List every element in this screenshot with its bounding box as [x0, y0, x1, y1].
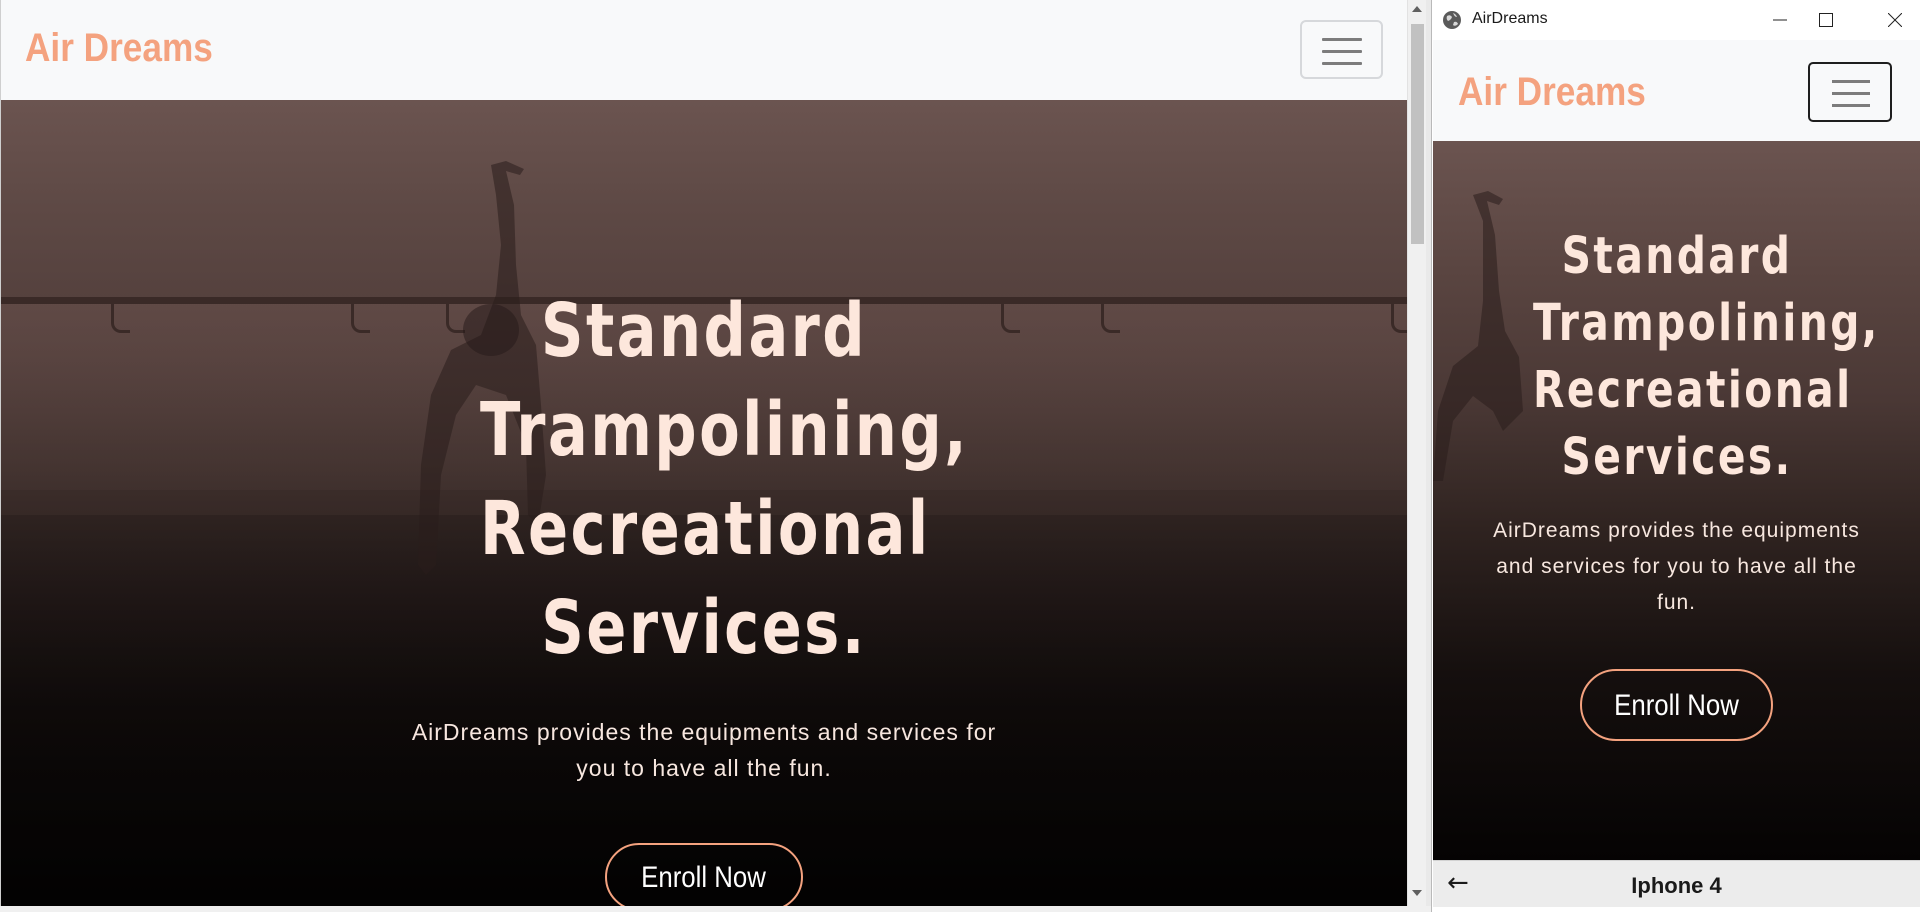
mobile-viewport: Air Dreams Standard Trampolining, Recrea…: [1433, 40, 1920, 860]
mobile-hero-description: AirDreams provides the equipments and se…: [1493, 519, 1860, 614]
hero-content: Standard Trampolining, Recreational Serv…: [1, 282, 1407, 906]
scrollbar-thumb[interactable]: [1411, 24, 1424, 244]
hero-title: Standard Trampolining, Recreational Serv…: [480, 282, 969, 678]
hamburger-icon: [1832, 80, 1870, 83]
device-emulator-window: AirDreams Air Dreams Standard Trampolini…: [1431, 0, 1920, 912]
close-icon: [1888, 13, 1902, 27]
window-titlebar[interactable]: AirDreams: [1432, 0, 1920, 40]
mobile-hero-title: Standard Trampolining, Recreational Serv…: [1532, 223, 1880, 491]
close-button[interactable]: [1872, 0, 1918, 40]
hamburger-icon-bar: [1322, 62, 1362, 65]
hero-title-line: Standard: [1561, 227, 1792, 286]
navbar: Air Dreams: [1, 0, 1407, 100]
hero-title-line: Services.: [1561, 428, 1792, 487]
mobile-hero-content: Standard Trampolining, Recreational Serv…: [1433, 223, 1920, 741]
hero-description: AirDreams provides the equipments and se…: [411, 719, 997, 781]
hamburger-icon-bar: [1832, 92, 1870, 95]
navbar-toggler-button[interactable]: [1300, 20, 1383, 79]
maximize-icon: [1819, 13, 1833, 27]
brand-logo[interactable]: Air Dreams: [25, 26, 213, 71]
maximize-button[interactable]: [1803, 0, 1849, 40]
hero-title-line: Trampolining,: [1532, 294, 1880, 353]
enroll-now-label: Enroll Now: [641, 861, 767, 894]
device-toolbar: ← Iphone 4: [1433, 860, 1920, 907]
hero-section: Standard Trampolining, Recreational Serv…: [1, 100, 1407, 906]
minimize-button[interactable]: [1757, 0, 1803, 40]
window-title: AirDreams: [1472, 10, 1548, 27]
enroll-now-label: Enroll Now: [1614, 689, 1739, 722]
minimize-icon: [1773, 19, 1787, 21]
hero-title-line: Recreational: [480, 486, 931, 572]
mobile-navbar-toggler-button[interactable]: [1808, 62, 1892, 122]
hero-title-line: Standard: [540, 288, 868, 374]
mobile-navbar: Air Dreams: [1433, 40, 1920, 141]
hero-title-line: Services.: [541, 585, 867, 671]
hero-title-line: Trampolining,: [480, 387, 969, 473]
hamburger-icon-bar: [1322, 50, 1362, 53]
hero-title-line: Recreational: [1532, 361, 1852, 420]
mobile-hero-section: Standard Trampolining, Recreational Serv…: [1433, 141, 1920, 860]
device-name-label: Iphone 4: [1631, 873, 1722, 898]
mobile-enroll-now-button[interactable]: Enroll Now: [1579, 669, 1774, 741]
main-browser-viewport: Air Dreams Standard Trampolining, Recrea…: [0, 0, 1407, 906]
vertical-scrollbar[interactable]: [1407, 0, 1426, 906]
window-bottom-edge: [0, 906, 1431, 912]
enroll-now-button[interactable]: Enroll Now: [605, 843, 803, 906]
scroll-up-arrow-icon[interactable]: [1412, 6, 1422, 12]
scroll-down-arrow-icon[interactable]: [1412, 890, 1422, 896]
hamburger-icon-bar: [1832, 104, 1870, 107]
hamburger-icon: [1322, 38, 1362, 41]
globe-icon: [1443, 11, 1461, 29]
mobile-brand-logo[interactable]: Air Dreams: [1458, 70, 1646, 115]
